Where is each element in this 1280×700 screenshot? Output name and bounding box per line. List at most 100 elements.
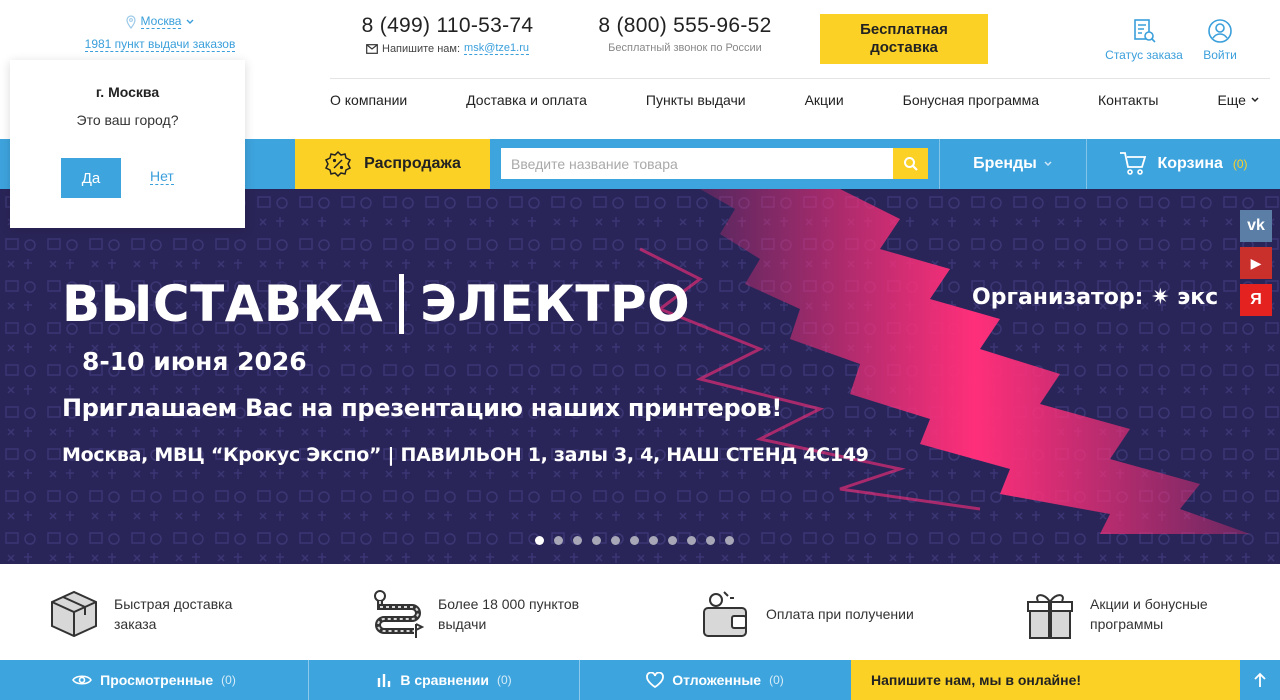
location-pin-icon (125, 14, 136, 29)
feature-promotions: Акции и бонусные программы (1024, 588, 1240, 640)
heart-icon (646, 672, 665, 688)
slider-dot[interactable] (649, 536, 658, 545)
banner-title-divider (399, 274, 405, 334)
banner-date: 8-10 июня 2026 (82, 347, 307, 376)
order-status-button[interactable]: Статус заказа (1100, 18, 1188, 62)
search-input[interactable] (501, 148, 893, 179)
slider-dots (535, 536, 734, 545)
city-select: Москва 1981 пункт выдачи заказов (80, 14, 240, 53)
phone-block-2: 8 (800) 555-96-52 Бесплатный звонок по Р… (585, 14, 785, 54)
city-name: Москва (140, 14, 182, 29)
free-delivery-button[interactable]: Бесплатная доставка (820, 14, 988, 64)
envelope-icon (366, 43, 378, 54)
compare-button[interactable]: В сравнении (0) (309, 660, 579, 700)
compare-label: В сравнении (400, 672, 489, 688)
sale-button[interactable]: Распродажа (295, 139, 490, 189)
nav-item-delivery[interactable]: Доставка и оплата (466, 92, 587, 108)
feature-text: Оплата при получении (766, 606, 914, 622)
feature-fast-delivery: Быстрая доставка заказа (48, 588, 264, 640)
route-icon (374, 590, 424, 638)
phone-number-2[interactable]: 8 (800) 555-96-52 (585, 14, 785, 38)
cart-icon (1120, 152, 1147, 175)
nav-item-more[interactable]: Еще (1217, 92, 1260, 108)
viewed-button[interactable]: Просмотренные (0) (0, 660, 308, 700)
popup-city: г. Москва (95, 84, 160, 100)
cart-label: Корзина (1157, 155, 1223, 172)
nav-item-bonus[interactable]: Бонусная программа (903, 92, 1039, 108)
slider-dot[interactable] (554, 536, 563, 545)
write-us-label: Напишите нам: (382, 42, 461, 55)
online-chat-label: Напишите нам, мы в онлайне! (871, 672, 1082, 688)
header-divider (330, 78, 1270, 79)
slider-dot[interactable] (611, 536, 620, 545)
popup-question: Это ваш город? (76, 112, 179, 128)
feature-text: Акции и бонусные программы (1090, 596, 1208, 632)
chevron-down-icon (1044, 161, 1052, 167)
yandex-icon: Я (1250, 291, 1262, 308)
free-delivery-label: Бесплатная доставка (860, 21, 948, 56)
slider-dot[interactable] (573, 536, 582, 545)
arrow-up-icon (1254, 672, 1266, 687)
yandex-button[interactable]: Я (1240, 284, 1272, 316)
nav-item-pickup[interactable]: Пункты выдачи (646, 92, 746, 108)
wallet-icon (703, 591, 747, 637)
brands-label: Бренды (973, 155, 1037, 172)
percent-badge-icon (325, 150, 352, 178)
email-line: Напишите нам: msk@tze1.ru (355, 42, 540, 55)
banner-organizer: Организатор: ✷ экс (972, 285, 1219, 310)
nav-item-about[interactable]: О компании (330, 92, 407, 108)
city-selector[interactable]: Москва (80, 14, 240, 29)
banner-invite: Приглашаем Вас на презентацию наших прин… (62, 394, 783, 422)
nav-item-more-label: Еще (1217, 92, 1246, 108)
vk-button[interactable]: vk (1240, 210, 1272, 242)
cart-count: (0) (1232, 157, 1248, 171)
promo-banner[interactable]: ВЫСТАВКА ЭЛЕКТРО Организатор: ✷ экс 8-10… (0, 189, 1280, 564)
youtube-button[interactable]: ▶ (1240, 247, 1272, 279)
free-call-label: Бесплатный звонок по России (608, 42, 762, 54)
scroll-top-button[interactable] (1240, 660, 1280, 700)
deferred-label: Отложенные (672, 672, 762, 688)
chevron-down-icon (186, 19, 194, 24)
feature-text: Быстрая доставка заказа (114, 596, 233, 632)
brands-dropdown[interactable]: Бренды (940, 139, 1086, 189)
slider-dot[interactable] (535, 536, 544, 545)
banner-title-right: ЭЛЕКТРО (420, 275, 691, 333)
banner-pattern (0, 189, 1280, 564)
city-confirm-popup: г. Москва Это ваш город? Да Нет (10, 60, 245, 228)
cart-button[interactable]: Корзина (0) (1087, 139, 1280, 189)
slider-dot[interactable] (592, 536, 601, 545)
slider-dot[interactable] (706, 536, 715, 545)
eye-icon (72, 675, 93, 685)
user-icon (1208, 19, 1232, 43)
compare-icon (378, 674, 391, 687)
order-status-icon (1134, 19, 1156, 43)
nav-item-promotions[interactable]: Акции (805, 92, 844, 108)
slider-dot[interactable] (725, 536, 734, 545)
banner-title-left: ВЫСТАВКА (62, 275, 384, 333)
banner-title: ВЫСТАВКА ЭЛЕКТРО (62, 274, 690, 334)
nav-item-contacts[interactable]: Контакты (1098, 92, 1158, 108)
email-link[interactable]: msk@tze1.ru (464, 42, 529, 55)
deferred-count: (0) (769, 673, 784, 687)
phone-number-1[interactable]: 8 (499) 110-53-74 (355, 14, 540, 38)
phone-block-1: 8 (499) 110-53-74 Напишите нам: msk@tze1… (355, 14, 540, 55)
slider-dot[interactable] (687, 536, 696, 545)
slider-dot[interactable] (668, 536, 677, 545)
pickup-points-link[interactable]: 1981 пункт выдачи заказов (84, 37, 236, 52)
viewed-label: Просмотренные (100, 672, 214, 688)
login-label: Войти (1203, 48, 1237, 62)
slider-dot[interactable] (630, 536, 639, 545)
vk-icon: vk (1247, 217, 1265, 234)
confirm-city-button[interactable]: Да (61, 158, 121, 198)
search-button[interactable] (893, 148, 928, 179)
feature-pickup-points: Более 18 000 пунктов выдачи (372, 588, 588, 640)
deferred-button[interactable]: Отложенные (0) (580, 660, 850, 700)
feature-text: Более 18 000 пунктов выдачи (438, 596, 580, 632)
chevron-down-icon (1251, 97, 1259, 103)
sale-label: Распродажа (364, 155, 461, 172)
login-button[interactable]: Войти (1195, 18, 1245, 62)
compare-count: (0) (496, 673, 512, 687)
banner-location: Москва, МВЦ “Крокус Экспо” | ПАВИЛЬОН 1,… (62, 444, 869, 466)
reject-city-button[interactable]: Нет (150, 168, 174, 185)
online-chat-button[interactable]: Напишите нам, мы в онлайне! (851, 660, 1240, 700)
